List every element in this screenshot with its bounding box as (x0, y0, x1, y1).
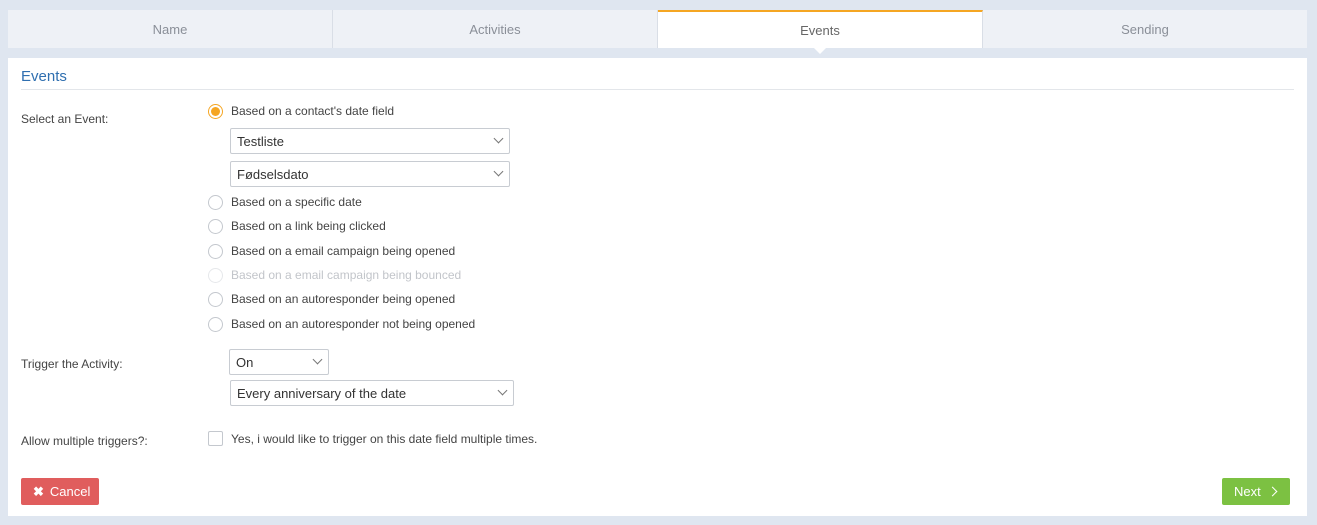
title-divider (21, 89, 1294, 90)
radio-icon[interactable] (208, 291, 223, 307)
multiple-triggers-label: Allow multiple triggers?: (21, 434, 148, 448)
next-label: Next (1234, 484, 1261, 499)
radio-label: Based on a email campaign being opened (231, 244, 456, 258)
tab-label: Name (152, 21, 188, 37)
radio-label: Based on a contact's date field (231, 104, 395, 118)
chevron-down-icon (493, 133, 504, 144)
radio-label: Based on an autoresponder not being open… (231, 317, 476, 331)
chevron-down-icon (312, 354, 323, 365)
cancel-label: Cancel (49, 484, 91, 499)
radio-icon[interactable] (208, 243, 223, 259)
radio-icon[interactable] (208, 194, 223, 210)
radio-checked-icon[interactable] (208, 103, 223, 119)
radio-autoresponder-not-opened[interactable]: Based on an autoresponder not being open… (208, 315, 475, 333)
list-select-value: Testliste (237, 133, 284, 149)
tab-events[interactable]: Events (658, 10, 983, 54)
tab-activities[interactable]: Activities (333, 10, 658, 48)
radio-disabled-icon (208, 267, 223, 283)
active-tab-caret (814, 48, 826, 54)
multiple-triggers-option[interactable]: Yes, i would like to trigger on this dat… (208, 431, 537, 446)
radio-campaign-bounced: Based on a email campaign being bounced (208, 266, 461, 284)
radio-link-clicked[interactable]: Based on a link being clicked (208, 217, 386, 235)
wizard-tabs: Name Activities Events Sending (8, 10, 1307, 54)
bottom-bar (0, 516, 1317, 525)
chevron-right-icon (1267, 486, 1278, 497)
radio-icon[interactable] (208, 218, 223, 234)
tab-sending[interactable]: Sending (983, 10, 1307, 48)
tab-label: Activities (469, 21, 521, 37)
trigger-activity-label: Trigger the Activity: (21, 357, 123, 371)
next-button[interactable]: Next (1222, 478, 1290, 505)
cancel-button[interactable]: ✖ Cancel (21, 478, 99, 505)
date-field-select[interactable]: Fødselsdato (230, 161, 510, 187)
close-icon: ✖ (33, 483, 44, 499)
radio-contact-date-field[interactable]: Based on a contact's date field (208, 102, 394, 120)
radio-specific-date[interactable]: Based on a specific date (208, 193, 362, 211)
trigger-frequency-value: Every anniversary of the date (237, 385, 407, 401)
chevron-down-icon (493, 166, 504, 177)
trigger-when-value: On (236, 354, 254, 370)
multiple-triggers-checkbox[interactable] (208, 431, 223, 446)
panel-title: Events (21, 68, 67, 85)
events-panel: Events Select an Event: Based on a conta… (8, 58, 1307, 516)
radio-icon[interactable] (208, 316, 223, 332)
radio-campaign-opened[interactable]: Based on a email campaign being opened (208, 242, 455, 260)
trigger-when-select[interactable]: On (229, 349, 329, 375)
tab-label: Events (800, 22, 840, 38)
radio-label: Based on a link being clicked (231, 219, 386, 233)
radio-autoresponder-opened[interactable]: Based on an autoresponder being opened (208, 290, 455, 308)
checkbox-label: Yes, i would like to trigger on this dat… (231, 431, 538, 446)
radio-label: Based on an autoresponder being opened (231, 292, 456, 306)
list-select[interactable]: Testliste (230, 128, 510, 154)
radio-label: Based on a specific date (231, 195, 362, 209)
chevron-down-icon (497, 385, 508, 396)
tab-label: Sending (1121, 21, 1169, 37)
radio-label: Based on a email campaign being bounced (231, 268, 462, 282)
date-field-select-value: Fødselsdato (237, 166, 309, 182)
select-event-label: Select an Event: (21, 112, 109, 126)
tab-name[interactable]: Name (8, 10, 333, 48)
trigger-frequency-select[interactable]: Every anniversary of the date (230, 380, 514, 406)
